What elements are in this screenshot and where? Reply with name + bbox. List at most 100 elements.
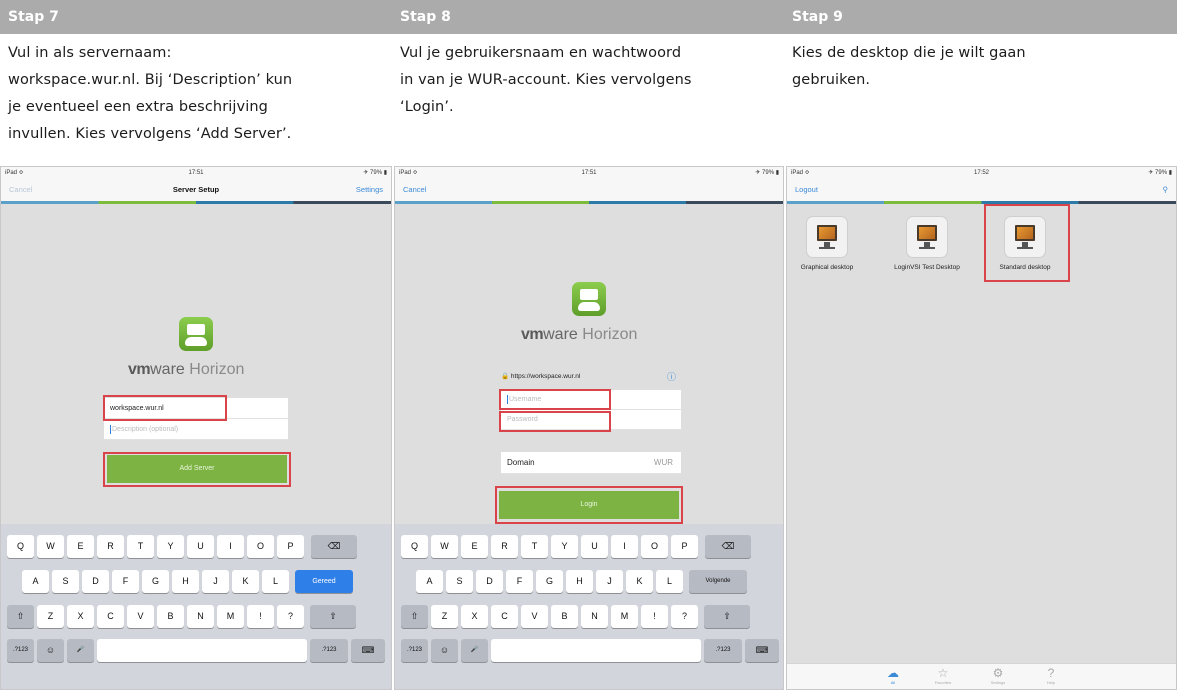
brand-ware: ware xyxy=(150,361,185,378)
shift-key-right[interactable]: ⇧ xyxy=(704,605,750,628)
key-t[interactable]: T xyxy=(521,535,548,558)
highlight-box xyxy=(499,389,611,410)
microphone-key[interactable]: 🎤 xyxy=(461,639,488,662)
key-n[interactable]: N xyxy=(187,605,214,628)
tab-favorites[interactable]: ☆ Favorites xyxy=(928,666,958,686)
return-key[interactable]: Volgende xyxy=(689,570,747,593)
desktop-icon[interactable] xyxy=(907,217,947,257)
key-w[interactable]: W xyxy=(431,535,458,558)
key-z[interactable]: Z xyxy=(431,605,458,628)
star-icon: ☆ xyxy=(937,666,949,680)
key-d[interactable]: D xyxy=(82,570,109,593)
key-u[interactable]: U xyxy=(581,535,608,558)
status-bar: iPad ≎ 17:51 ✈ 79% ▮ xyxy=(395,167,783,179)
key-y[interactable]: Y xyxy=(157,535,184,558)
brand-ware: ware xyxy=(543,326,578,343)
settings-button[interactable]: Settings xyxy=(356,179,383,201)
key-exclamation[interactable]: ! xyxy=(247,605,274,628)
key-a[interactable]: A xyxy=(22,570,49,593)
key-v[interactable]: V xyxy=(521,605,548,628)
key-u[interactable]: U xyxy=(187,535,214,558)
emoji-key[interactable]: ☺ xyxy=(431,639,458,662)
key-o[interactable]: O xyxy=(247,535,274,558)
key-s[interactable]: S xyxy=(446,570,473,593)
desktop-icon[interactable] xyxy=(807,217,847,257)
key-c[interactable]: C xyxy=(97,605,124,628)
key-d[interactable]: D xyxy=(476,570,503,593)
key-r[interactable]: R xyxy=(491,535,518,558)
backspace-key[interactable]: ⌫ xyxy=(705,535,751,558)
key-c[interactable]: C xyxy=(491,605,518,628)
key-q[interactable]: Q xyxy=(401,535,428,558)
key-h[interactable]: H xyxy=(566,570,593,593)
key-x[interactable]: X xyxy=(67,605,94,628)
key-e[interactable]: E xyxy=(461,535,488,558)
key-t[interactable]: T xyxy=(127,535,154,558)
key-b[interactable]: B xyxy=(157,605,184,628)
key-a[interactable]: A xyxy=(416,570,443,593)
tab-settings[interactable]: ⚙ Settings xyxy=(983,666,1013,686)
numbers-key[interactable]: .?123 xyxy=(7,639,34,662)
logout-button[interactable]: Logout xyxy=(795,179,818,201)
key-k[interactable]: K xyxy=(626,570,653,593)
space-bar[interactable] xyxy=(97,639,307,662)
key-question[interactable]: ? xyxy=(277,605,304,628)
return-key[interactable]: Gereed xyxy=(295,570,353,593)
key-x[interactable]: X xyxy=(461,605,488,628)
key-g[interactable]: G xyxy=(536,570,563,593)
key-s[interactable]: S xyxy=(52,570,79,593)
hide-keyboard-key[interactable]: ⌨ xyxy=(351,639,385,662)
key-f[interactable]: F xyxy=(112,570,139,593)
domain-field[interactable]: Domain WUR xyxy=(501,452,681,474)
desktop-label[interactable]: LoginVSI Test Desktop xyxy=(877,264,977,271)
key-p[interactable]: P xyxy=(671,535,698,558)
key-o[interactable]: O xyxy=(641,535,668,558)
numbers-key-right[interactable]: .?123 xyxy=(704,639,742,662)
key-f[interactable]: F xyxy=(506,570,533,593)
cancel-button[interactable]: Cancel xyxy=(403,179,426,201)
microphone-key[interactable]: 🎤 xyxy=(67,639,94,662)
key-g[interactable]: G xyxy=(142,570,169,593)
status-bar: iPad ≎ 17:52 ✈ 79% ▮ xyxy=(787,167,1176,179)
shift-key[interactable]: ⇧ xyxy=(7,605,34,628)
key-j[interactable]: J xyxy=(202,570,229,593)
tab-bar: ☁ All ☆ Favorites ⚙ Settings ? Help xyxy=(787,663,1176,689)
key-k[interactable]: K xyxy=(232,570,259,593)
space-bar[interactable] xyxy=(491,639,701,662)
shift-key-right[interactable]: ⇧ xyxy=(310,605,356,628)
desktop-label[interactable]: Graphical desktop xyxy=(787,264,867,271)
key-l[interactable]: L xyxy=(656,570,683,593)
key-question[interactable]: ? xyxy=(671,605,698,628)
key-w[interactable]: W xyxy=(37,535,64,558)
key-l[interactable]: L xyxy=(262,570,289,593)
emoji-key[interactable]: ☺ xyxy=(37,639,64,662)
key-q[interactable]: Q xyxy=(7,535,34,558)
connection-icon[interactable]: ⚲ xyxy=(1163,179,1169,201)
shift-key[interactable]: ⇧ xyxy=(401,605,428,628)
numbers-key-right[interactable]: .?123 xyxy=(310,639,348,662)
numbers-key[interactable]: .?123 xyxy=(401,639,428,662)
key-y[interactable]: Y xyxy=(551,535,578,558)
tab-all[interactable]: ☁ All xyxy=(878,666,908,686)
key-i[interactable]: I xyxy=(611,535,638,558)
key-n[interactable]: N xyxy=(581,605,608,628)
key-m[interactable]: M xyxy=(611,605,638,628)
key-j[interactable]: J xyxy=(596,570,623,593)
backspace-key[interactable]: ⌫ xyxy=(311,535,357,558)
key-r[interactable]: R xyxy=(97,535,124,558)
key-z[interactable]: Z xyxy=(37,605,64,628)
description-field[interactable]: Description (optional) xyxy=(104,419,288,440)
key-e[interactable]: E xyxy=(67,535,94,558)
key-m[interactable]: M xyxy=(217,605,244,628)
key-i[interactable]: I xyxy=(217,535,244,558)
step-line: ‘Login’. xyxy=(400,99,454,115)
hide-keyboard-key[interactable]: ⌨ xyxy=(745,639,779,662)
key-p[interactable]: P xyxy=(277,535,304,558)
key-h[interactable]: H xyxy=(172,570,199,593)
key-exclamation[interactable]: ! xyxy=(641,605,668,628)
ipad-screenshot-desktops: iPad ≎ 17:52 ✈ 79% ▮ Logout ⚲ Graphical … xyxy=(786,166,1177,690)
tab-help[interactable]: ? Help xyxy=(1036,666,1066,686)
key-v[interactable]: V xyxy=(127,605,154,628)
key-b[interactable]: B xyxy=(551,605,578,628)
info-icon[interactable]: ⓘ xyxy=(667,370,676,383)
